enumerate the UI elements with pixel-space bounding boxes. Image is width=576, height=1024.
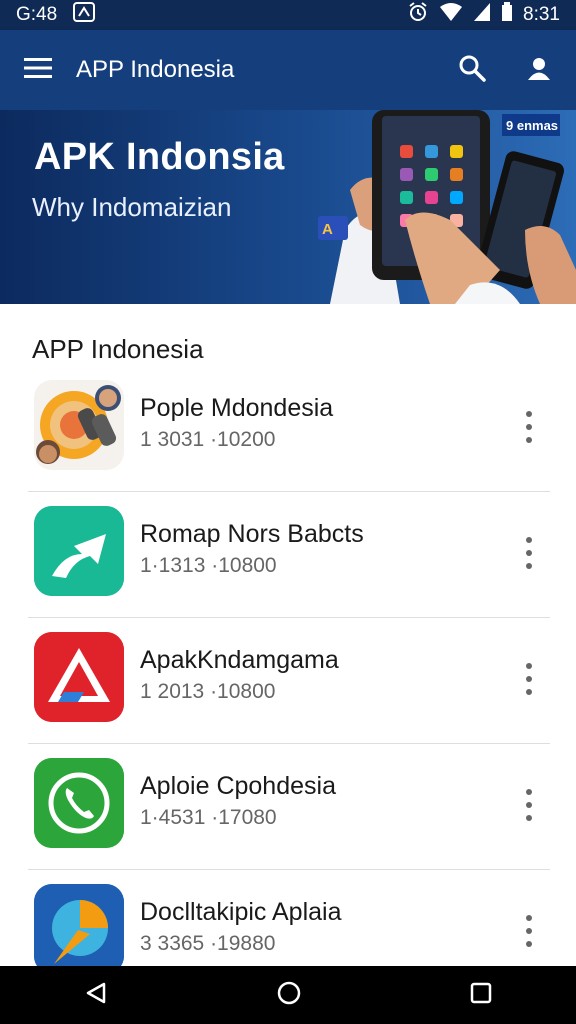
app-name: Doclltakipic Aplaia: [140, 898, 342, 926]
app-bar: APP Indonesia: [0, 30, 576, 110]
alarm-icon: [407, 1, 429, 29]
wifi-icon: [439, 2, 463, 28]
more-vert-icon[interactable]: [522, 410, 536, 444]
back-icon[interactable]: [84, 981, 108, 1010]
notification-icon: [73, 2, 96, 28]
recents-icon[interactable]: [470, 982, 492, 1009]
app-name: Aploie Cpohdesia: [140, 772, 336, 800]
app-icon-blue-orange: [34, 884, 124, 974]
app-icon-people-binoculars: [34, 380, 124, 470]
status-time-left: G:48: [16, 4, 58, 25]
app-list: Pople Mdondesia 1 3031 ·10200 Romap Nors…: [28, 366, 550, 996]
list-item[interactable]: ApakKndamgama 1 2013 ·10800: [28, 618, 550, 744]
search-icon[interactable]: [458, 54, 486, 87]
home-icon[interactable]: [276, 980, 302, 1011]
more-vert-icon[interactable]: [522, 536, 536, 570]
status-bar: G:48 8:31: [0, 0, 576, 30]
app-meta: 1·4531 ·17080: [140, 806, 277, 829]
app-meta: 1·1313 ·10800: [140, 554, 277, 577]
more-vert-icon[interactable]: [522, 914, 536, 948]
status-time-right: 8:31: [523, 4, 560, 25]
app-title: APP Indonesia: [76, 56, 235, 83]
list-item[interactable]: Pople Mdondesia 1 3031 ·10200: [28, 366, 550, 492]
menu-icon[interactable]: [24, 57, 52, 84]
app-name: Pople Mdondesia: [140, 394, 334, 422]
more-vert-icon[interactable]: [522, 788, 536, 822]
section-title: APP Indonesia: [32, 334, 204, 364]
app-icon-teal-arrow: [34, 506, 124, 596]
account-icon[interactable]: [526, 55, 552, 86]
svg-text:A: A: [322, 221, 333, 238]
battery-icon: [501, 2, 513, 28]
app-meta: 1 2013 ·10800: [140, 680, 276, 703]
app-name: Romap Nors Babcts: [140, 520, 364, 548]
app-icon-red-triangle: [34, 632, 124, 722]
list-item[interactable]: Aploie Cpohdesia 1·4531 ·17080: [28, 744, 550, 870]
promo-banner[interactable]: APK Indonsia Why Indomaizian A 9 enmas: [0, 110, 576, 304]
more-vert-icon[interactable]: [522, 662, 536, 696]
app-meta: 1 3031 ·10200: [140, 428, 276, 451]
app-meta: 3 3365 ·19880: [140, 932, 276, 955]
signal-icon: [473, 2, 491, 28]
system-nav-bar: [0, 966, 576, 1024]
banner-phones-illustration: A 9 enmas: [318, 110, 576, 304]
list-item[interactable]: Romap Nors Babcts 1·1313 ·10800: [28, 492, 550, 618]
app-icon-phone: [34, 758, 124, 848]
banner-badge-text: 9 enmas: [506, 118, 558, 133]
app-name: ApakKndamgama: [140, 646, 339, 674]
